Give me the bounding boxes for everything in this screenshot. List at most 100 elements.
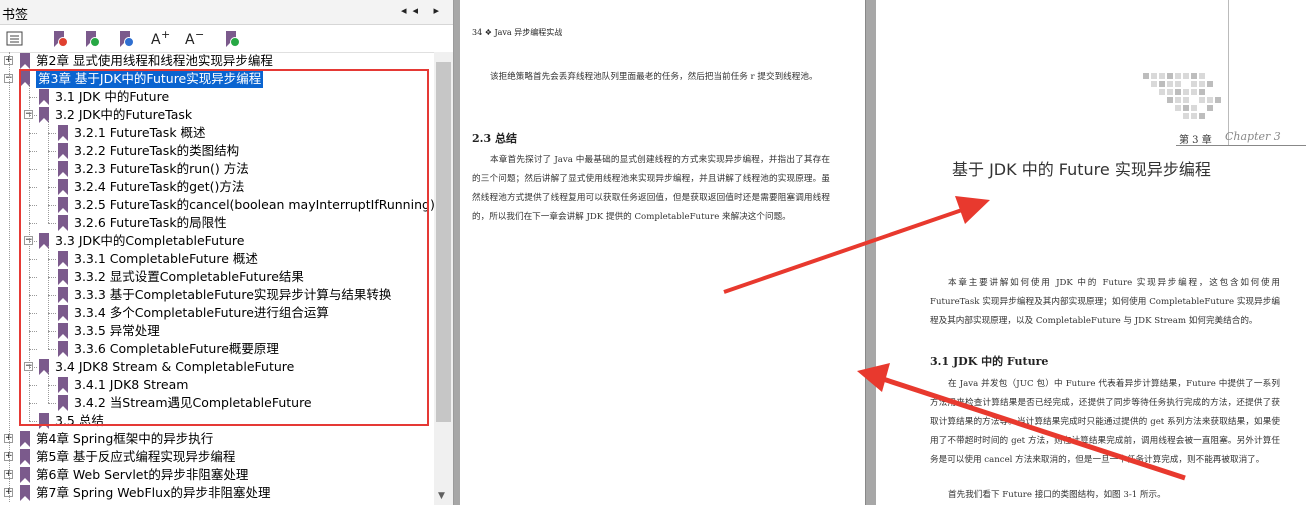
section-heading: 3.1 JDK 中的 Future	[930, 355, 1049, 368]
decrease-font-button[interactable]: A −	[182, 28, 204, 49]
bookmark-icon	[58, 305, 68, 321]
decoration-square	[1175, 81, 1181, 87]
decoration-square	[1215, 97, 1221, 103]
bookmark-item[interactable]: −3.2 JDK中的FutureTask	[0, 106, 434, 124]
bookmark-item[interactable]: 3.2.5 FutureTask的cancel(boolean mayInter…	[0, 196, 453, 214]
tree-connector	[48, 169, 56, 170]
bookmark-icon	[20, 431, 30, 447]
decoration-square	[1175, 73, 1181, 79]
bookmark-label: 3.2.6 FutureTask的局限性	[74, 215, 227, 230]
paragraph: 首先我们看下 Future 接口的类图结构，如图 3-1 所示。	[948, 490, 1166, 500]
scrollbar-thumb[interactable]	[436, 62, 451, 422]
bookmarks-header: 书签 ◂◂ ▸	[0, 0, 453, 25]
bookmark-label: 3.5 总结	[55, 413, 104, 428]
increase-font-button[interactable]: A +	[148, 28, 170, 49]
bookmark-item[interactable]: 3.3.4 多个CompletableFuture进行组合运算	[0, 304, 434, 322]
decoration-square	[1167, 73, 1173, 79]
bookmark-item[interactable]: 3.5 总结	[0, 412, 434, 430]
bookmark-item[interactable]: − 第3章 基于JDK中的Future实现异步编程	[0, 70, 434, 88]
bookmark-item[interactable]: 3.3.2 显式设置CompletableFuture结果	[0, 268, 434, 286]
decoration-square	[1191, 73, 1197, 79]
bookmark-icon	[39, 413, 49, 429]
bookmark-item[interactable]: 3.2.6 FutureTask的局限性	[0, 214, 434, 232]
tree-connector	[48, 295, 56, 296]
bookmark-item[interactable]: 3.3.3 基于CompletableFuture实现异步计算与结果转换	[0, 286, 434, 304]
decoration-square	[1159, 73, 1165, 79]
bookmark-label: 3.3.1 CompletableFuture 概述	[74, 251, 258, 266]
svg-text:A: A	[151, 32, 161, 48]
add-bookmark-icon	[86, 31, 100, 47]
bookmark-label: 3.3.5 异常处理	[74, 323, 160, 338]
tree-connector	[48, 331, 56, 332]
tree-connector	[9, 52, 10, 502]
goto-bookmark-button[interactable]	[114, 29, 136, 49]
paragraph: 该拒绝策略首先会丢弃线程池队列里面最老的任务，然后把当前任务 r 提交到线程池。	[490, 72, 818, 82]
decoration-square	[1151, 81, 1157, 87]
find-bookmark-button[interactable]	[220, 29, 242, 49]
bookmark-item[interactable]: + 第7章 Spring WebFlux的异步非阻塞处理	[0, 484, 434, 502]
bookmark-label: 第3章 基于JDK中的Future实现异步编程	[36, 70, 264, 88]
pdf-page-35: 第 3 章 Chapter 3 基于 JDK 中的 Future 实现异步编程 …	[876, 0, 1306, 505]
bookmark-item[interactable]: −3.3 JDK中的CompletableFuture	[0, 232, 434, 250]
tree-connector	[48, 246, 49, 349]
bookmark-item[interactable]: 3.4.2 当Stream遇见CompletableFuture	[0, 394, 434, 412]
bookmark-icon	[58, 179, 68, 195]
tree-connector	[29, 223, 37, 224]
expand-all-button[interactable]	[4, 29, 26, 49]
bookmark-label: 第5章 基于反应式编程实现异步编程	[36, 449, 236, 464]
chapter-title: 基于 JDK 中的 Future 实现异步编程	[952, 160, 1211, 179]
bookmark-icon	[58, 197, 68, 213]
tree-connector	[48, 372, 49, 403]
bookmark-label: 3.2.5 FutureTask的cancel(boolean mayInter…	[74, 197, 454, 212]
bookmark-icon	[20, 485, 30, 501]
bookmark-item[interactable]: 3.2.4 FutureTask的get()方法	[0, 178, 434, 196]
tree-connector	[48, 385, 56, 386]
bookmark-label: 第2章 显式使用线程和线程池实现异步编程	[36, 53, 273, 68]
bookmark-item[interactable]: + 第5章 基于反应式编程实现异步编程	[0, 448, 434, 466]
bookmark-label: 3.2.4 FutureTask的get()方法	[74, 179, 245, 194]
delete-bookmark-button[interactable]	[48, 29, 70, 49]
chapter-english-label: Chapter 3	[1225, 130, 1281, 143]
bookmark-item[interactable]: 3.3.6 CompletableFuture概要原理	[0, 340, 434, 358]
decrease-font-icon: A −	[185, 28, 204, 48]
bookmark-label: 3.2 JDK中的FutureTask	[55, 107, 193, 122]
bookmark-item[interactable]: 3.3.5 异常处理	[0, 322, 434, 340]
bookmark-label: 3.2.3 FutureTask的run() 方法	[74, 161, 249, 176]
bookmark-label: 3.3.6 CompletableFuture概要原理	[74, 341, 279, 356]
tree-connector	[29, 295, 37, 296]
decoration-square	[1191, 81, 1197, 87]
bookmark-item[interactable]: + 第4章 Spring框架中的异步执行	[0, 430, 434, 448]
decoration-square	[1143, 73, 1149, 79]
scroll-down-icon[interactable]: ▼	[438, 491, 445, 501]
bookmark-icon	[39, 89, 49, 105]
bookmark-item[interactable]: −3.4 JDK8 Stream & CompletableFuture	[0, 358, 434, 376]
bookmark-item[interactable]: + 第6章 Web Servlet的异步非阻塞处理	[0, 466, 434, 484]
bookmark-label: 第6章 Web Servlet的异步非阻塞处理	[36, 467, 249, 482]
tree-connector	[48, 133, 56, 134]
bookmark-item[interactable]: 3.4.1 JDK8 Stream	[0, 376, 434, 394]
bookmark-label: 3.4 JDK8 Stream & CompletableFuture	[55, 359, 295, 374]
tree-connector	[29, 421, 37, 422]
bookmark-item[interactable]: 3.1 JDK 中的Future	[0, 88, 434, 106]
bookmarks-panel: 书签 ◂◂ ▸ A + A − + 第2章 显式使用线程和线程池实现异步编程 − 第3章 基…	[0, 0, 454, 505]
bookmark-label: 3.3.3 基于CompletableFuture实现异步计算与结果转换	[74, 287, 392, 302]
bookmark-item[interactable]: 3.2.1 FutureTask 概述	[0, 124, 434, 142]
bookmark-item[interactable]: + 第2章 显式使用线程和线程池实现异步编程	[0, 52, 434, 70]
svg-text:−: −	[195, 29, 204, 41]
decoration-square	[1207, 105, 1213, 111]
decoration-square	[1159, 81, 1165, 87]
running-head: 34 ❖ Java 异步编程实战	[472, 28, 563, 37]
bookmark-item[interactable]: 3.2.2 FutureTask的类图结构	[0, 142, 434, 160]
decoration-square	[1207, 81, 1213, 87]
decoration-square	[1175, 89, 1181, 95]
add-bookmark-button[interactable]	[80, 29, 102, 49]
bookmark-item[interactable]: 3.3.1 CompletableFuture 概述	[0, 250, 434, 268]
panel-collapse-button[interactable]: ◂◂ ▸	[401, 4, 445, 17]
bookmark-icon	[20, 53, 30, 69]
bookmarks-scrollbar[interactable]: ▼	[434, 52, 453, 505]
bookmark-item[interactable]: 3.2.3 FutureTask的run() 方法	[0, 160, 434, 178]
bookmarks-toolbar: A + A −	[0, 25, 453, 53]
bookmark-label: 3.4.2 当Stream遇见CompletableFuture	[74, 395, 312, 410]
document-view[interactable]: 34 ❖ Java 异步编程实战 该拒绝策略首先会丢弃线程池队列里面最老的任务，…	[454, 0, 1306, 505]
bookmark-icon	[58, 125, 68, 141]
